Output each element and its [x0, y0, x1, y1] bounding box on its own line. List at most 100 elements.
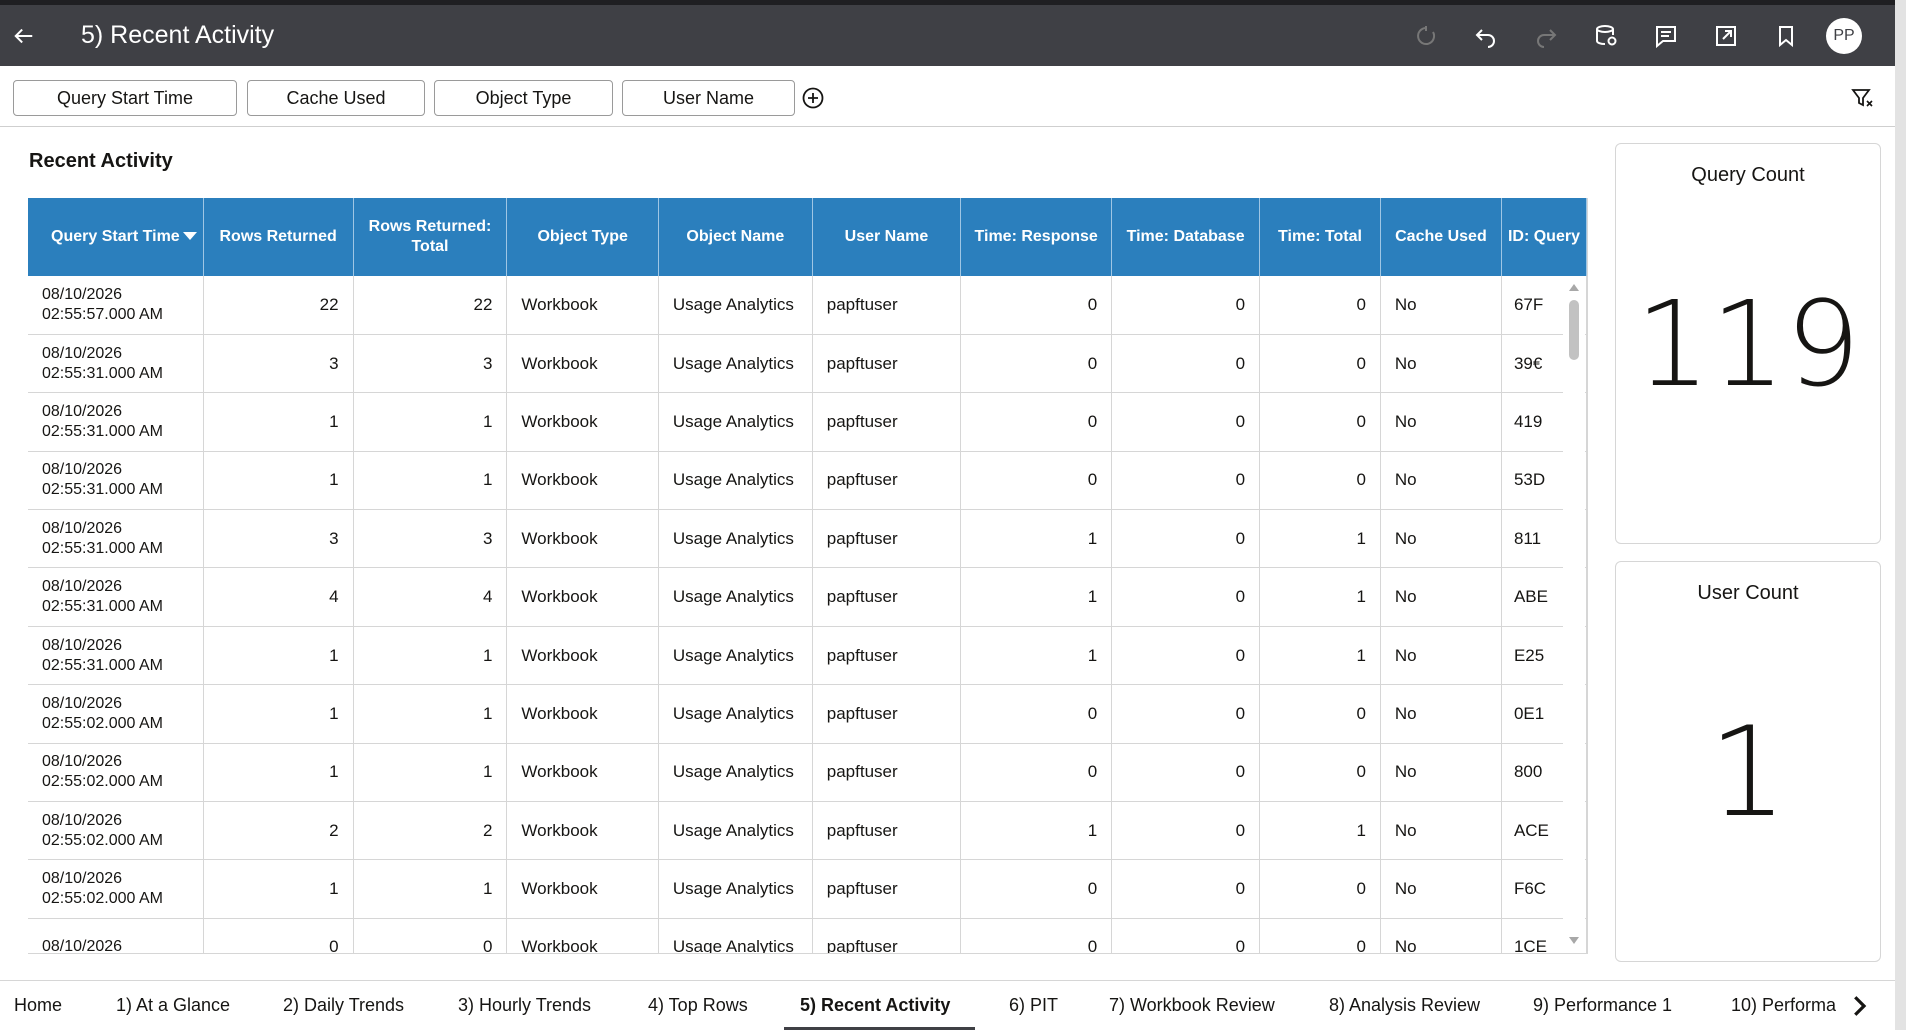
comment-icon[interactable]	[1636, 13, 1696, 59]
table-row[interactable]: 08/10/2026 02:55:57.000 AM 22 22 Workbook Usa…	[28, 276, 1587, 335]
table-row[interactable]: 08/10/2026 02:55:31.000 AM 3 3 Workbook Usage…	[28, 509, 1587, 569]
cell-time-total: 0	[1259, 918, 1381, 953]
tab-workbook-review[interactable]: 7) Workbook Review	[1109, 995, 1275, 1016]
filter-panel-icon[interactable]	[1850, 86, 1874, 110]
cell-query-start-time: 08/10/2026 02:55:31.000 AM	[28, 334, 204, 394]
col-header-time-database[interactable]: Time: Database	[1111, 198, 1261, 276]
tab-analysis-review[interactable]: 8) Analysis Review	[1329, 995, 1480, 1016]
table-row[interactable]: 08/10/2026 02:55:02.000 AM 2 2 Workbook Usage…	[28, 801, 1587, 861]
add-filter-icon[interactable]	[801, 86, 825, 110]
kpi-user-count-value: 1	[1708, 701, 1788, 845]
redo-icon[interactable]	[1516, 13, 1576, 59]
col-header-time-response[interactable]: Time: Response	[960, 198, 1113, 276]
cell-time-total: 1	[1259, 626, 1381, 686]
cell-date: 08/10/2026	[42, 519, 123, 537]
undo-icon[interactable]	[1456, 13, 1516, 59]
bookmark-icon[interactable]	[1756, 13, 1816, 59]
back-arrow-icon[interactable]	[1, 13, 47, 59]
tab-at-a-glance[interactable]: 1) At a Glance	[116, 995, 230, 1016]
cell-time-total: 0	[1259, 334, 1381, 394]
cell-query-start-time: 08/10/2026 02:55:02.000 AM	[28, 684, 204, 744]
table-row[interactable]: 08/10/2026 02:55:31.000 AM 4 4 Workbook Usage…	[28, 567, 1587, 627]
cell-object-name: Usage Analytics	[658, 684, 813, 744]
cell-query-start-time: 08/10/2026 02:55:02.000 AM	[28, 859, 204, 919]
table-row[interactable]: 08/10/2026 02:55:02.000 AM 1 1 Workbook Usage…	[28, 743, 1587, 803]
cell-cache-used: No	[1380, 567, 1502, 627]
tab-performance-2[interactable]: 10) Performa	[1731, 995, 1837, 1016]
cell-rows-returned: 1	[203, 451, 354, 511]
tab-daily-trends[interactable]: 2) Daily Trends	[283, 995, 404, 1016]
cell-date: 08/10/2026	[42, 461, 123, 479]
filter-chip-query-start-time[interactable]: Query Start Time	[13, 80, 237, 116]
cell-rows-returned-total: 3	[353, 509, 508, 569]
table-row[interactable]: 08/10/2026 02:55:02.000 AM 1 1 Workbook Usage…	[28, 859, 1587, 919]
cell-date: 08/10/2026	[42, 578, 123, 596]
cell-time: 02:55:31.000 AM	[42, 422, 163, 440]
kpi-query-count-label: Query Count	[1691, 164, 1805, 186]
sort-desc-icon[interactable]	[182, 232, 197, 240]
table-row[interactable]: 08/10/2026 02:55:31.000 AM 3 3 Workbook Usage…	[28, 334, 1587, 394]
filter-chip-cache-used[interactable]: Cache Used	[247, 80, 425, 116]
tab-pit[interactable]: 6) PIT	[1009, 995, 1058, 1016]
table-row[interactable]: 08/10/2026 02:55:31.000 AM 1 1 Workbook Usage…	[28, 451, 1587, 511]
cell-time-response: 1	[960, 509, 1113, 569]
cell-time-database: 0	[1111, 276, 1261, 335]
cell-object-type: Workbook	[506, 334, 659, 394]
table-row[interactable]: 08/10/2026 02:55:31.000 AM 1 1 Workbook Usage…	[28, 392, 1587, 452]
cell-rows-returned: 2	[203, 801, 354, 861]
cell-date: 08/10/2026	[42, 753, 123, 771]
scroll-down-icon[interactable]	[1569, 937, 1579, 944]
cell-time-database: 0	[1111, 626, 1261, 686]
cell-time-database: 0	[1111, 859, 1261, 919]
table-scrollbar[interactable]	[1563, 276, 1585, 953]
col-header-time-total[interactable]: Time: Total	[1259, 198, 1381, 276]
col-header-object-name[interactable]: Object Name	[658, 198, 813, 276]
cell-query-start-time: 08/10/2026 02:55:31.000 AM	[28, 451, 204, 511]
tab-hourly-trends[interactable]: 3) Hourly Trends	[458, 995, 591, 1016]
cell-cache-used: No	[1380, 684, 1502, 744]
cell-time: 02:55:31.000 AM	[42, 481, 163, 499]
avatar[interactable]: PP	[1826, 17, 1862, 54]
cell-time: 02:55:02.000 AM	[42, 773, 163, 791]
col-header-user-name[interactable]: User Name	[812, 198, 962, 276]
col-header-id-query[interactable]: ID: Query	[1501, 198, 1587, 276]
filter-chip-object-type[interactable]: Object Type	[434, 80, 613, 116]
tab-performance-1[interactable]: 9) Performance 1	[1533, 995, 1672, 1016]
col-header-query-start-time[interactable]: Query Start Time	[28, 198, 204, 276]
table-row[interactable]: 08/10/2026 0 0 Workbook Usage Analytics papft…	[28, 918, 1587, 953]
cell-object-name: Usage Analytics	[658, 567, 813, 627]
cell-rows-returned-total: 1	[353, 859, 508, 919]
cell-rows-returned: 0	[203, 918, 354, 953]
refresh-icon[interactable]	[1396, 13, 1456, 59]
scroll-thumb[interactable]	[1569, 300, 1579, 360]
tab-recent-activity[interactable]: 5) Recent Activity	[800, 995, 950, 1016]
col-header-rows-returned[interactable]: Rows Returned	[203, 198, 354, 276]
cell-date: 08/10/2026	[42, 402, 123, 420]
col-header-object-type[interactable]: Object Type	[506, 198, 659, 276]
tab-top-rows[interactable]: 4) Top Rows	[648, 995, 748, 1016]
table-row[interactable]: 08/10/2026 02:55:31.000 AM 1 1 Workbook Usage…	[28, 626, 1587, 686]
table-row[interactable]: 08/10/2026 02:55:02.000 AM 1 1 Workbook Usage…	[28, 684, 1587, 744]
cell-rows-returned: 1	[203, 684, 354, 744]
scroll-up-icon[interactable]	[1569, 284, 1579, 291]
cell-object-type: Workbook	[506, 918, 659, 953]
cell-rows-returned: 22	[203, 276, 354, 335]
cell-object-name: Usage Analytics	[658, 743, 813, 803]
cell-time: 02:55:02.000 AM	[42, 831, 163, 849]
cell-time-response: 1	[960, 801, 1113, 861]
cell-time-database: 0	[1111, 801, 1261, 861]
tab-home[interactable]: Home	[14, 995, 62, 1016]
canvas-tab-bar: Home 1) At a Glance 2) Daily Trends 3) H…	[0, 980, 1895, 1030]
cell-date: 08/10/2026	[42, 285, 123, 303]
filter-chip-user-name[interactable]: User Name	[622, 80, 795, 116]
export-icon[interactable]	[1696, 13, 1756, 59]
cell-query-start-time: 08/10/2026	[28, 918, 204, 953]
cell-date: 08/10/2026	[42, 694, 123, 712]
chevron-right-icon[interactable]	[1844, 991, 1874, 1021]
cell-rows-returned: 3	[203, 334, 354, 394]
cell-time-total: 0	[1259, 684, 1381, 744]
data-icon[interactable]	[1576, 13, 1636, 59]
col-header-cache-used[interactable]: Cache Used	[1380, 198, 1502, 276]
filter-bar: Query Start Time Cache Used Object Type …	[0, 66, 1895, 127]
col-header-rows-returned-total[interactable]: Rows Returned: Total	[353, 198, 508, 276]
